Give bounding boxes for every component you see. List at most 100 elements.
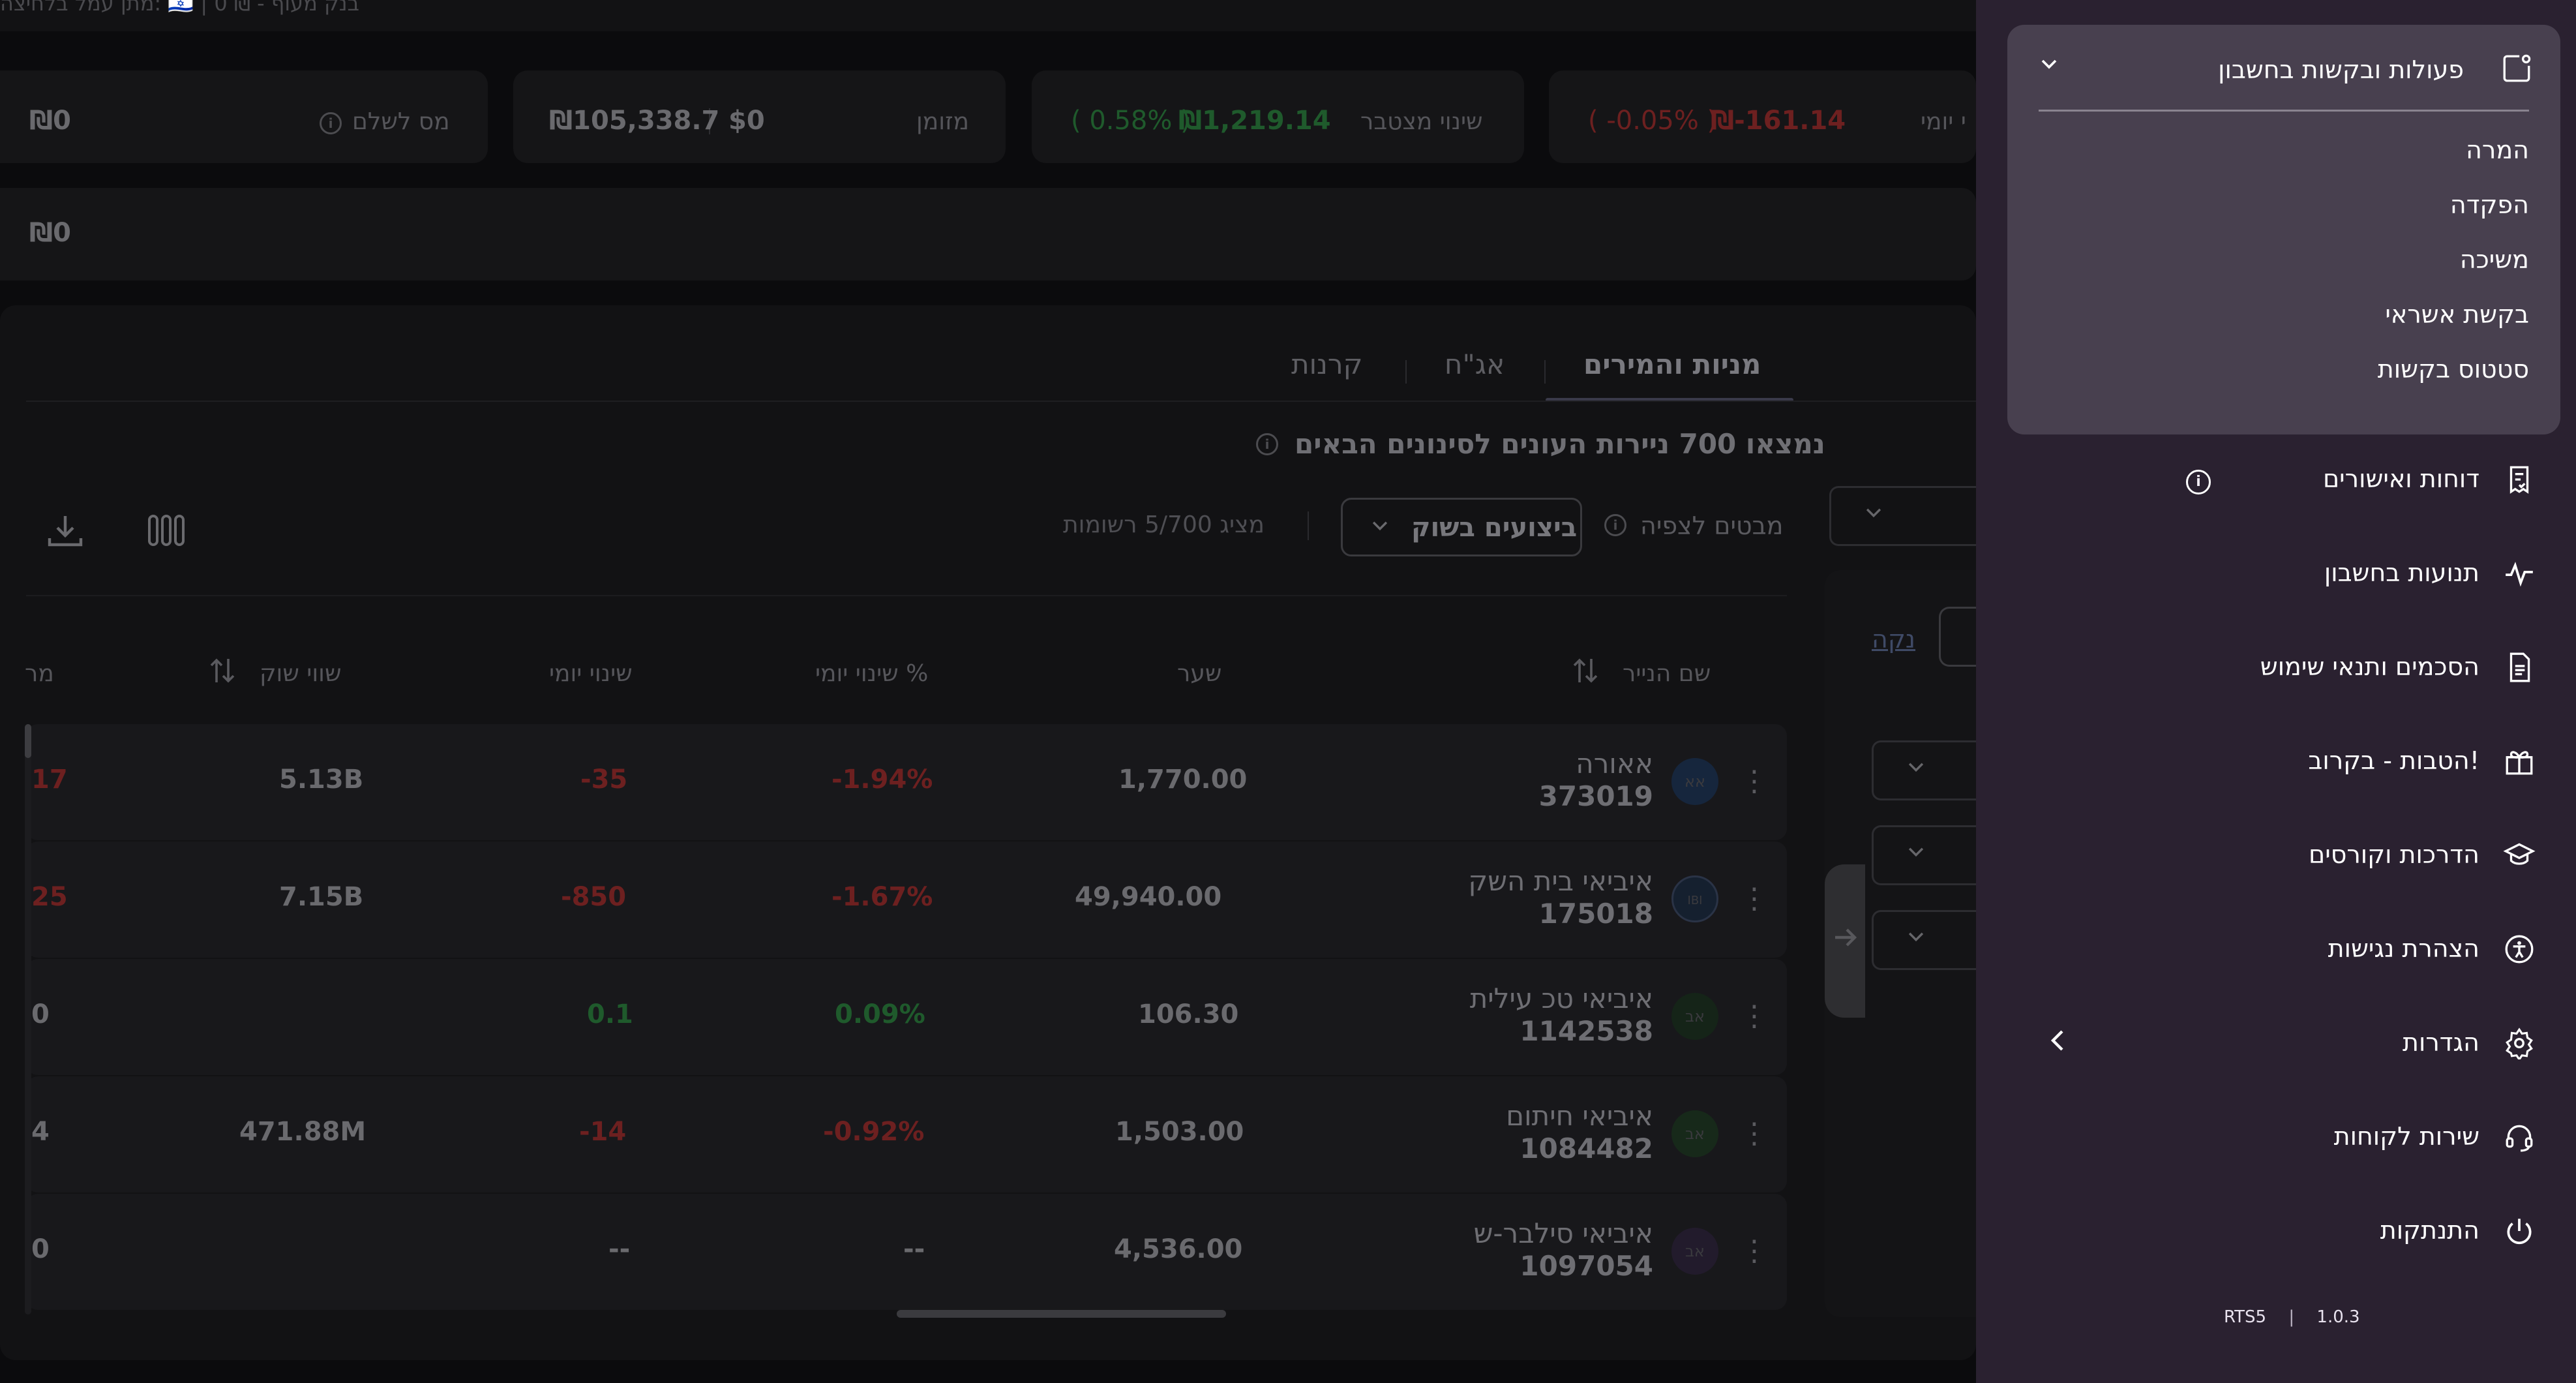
menu-item-request-status[interactable]: סטטוס בקשות <box>2378 355 2529 384</box>
gear-icon <box>2503 1027 2536 1061</box>
menu-item-withdrawal[interactable]: משיכה <box>2460 245 2529 274</box>
info-icon[interactable]: i <box>1604 514 1626 536</box>
account-actions-icon <box>2500 52 2533 85</box>
table-row[interactable]: 25 7.15B -850 -1.67% 49,940.00 איביאי בי… <box>26 842 1787 958</box>
menu-item-conversion[interactable]: המרה <box>2466 136 2529 164</box>
info-icon[interactable]: i <box>2186 470 2211 494</box>
filter-select[interactable] <box>1872 910 1976 970</box>
info-icon: i <box>320 112 342 134</box>
row-daily-pct: -1.94% <box>831 765 933 795</box>
row-daily-change: -850 <box>561 882 627 912</box>
row-price: 106.30 <box>1138 999 1239 1029</box>
version-separator: | <box>2288 1307 2295 1327</box>
graduation-cap-icon <box>2503 839 2536 872</box>
tab-stocks[interactable]: מניות והמירים <box>1583 348 1761 380</box>
cumulative-change-label: שינוי מצטבר <box>1360 108 1483 135</box>
row-daily-change: 0.1 <box>587 999 633 1029</box>
chevron-down-icon <box>1369 514 1391 542</box>
table-row[interactable]: 17 5.13B -35 -1.94% 1,770.00 אאורה 37301… <box>26 724 1787 840</box>
headset-icon <box>2503 1121 2536 1153</box>
side-menu-drawer: פעולות ובקשות בחשבון המרה הפקדה משיכה בק… <box>1976 0 2576 1383</box>
sort-icon[interactable] <box>1573 656 1598 691</box>
document-icon <box>2503 651 2536 684</box>
cumulative-change-pct: ( 0.58% ) <box>1071 106 1191 136</box>
menu-item-label: הצהרת נגישות <box>2328 934 2479 963</box>
sort-icon[interactable] <box>210 656 235 691</box>
daily-change-label: י יומי <box>1921 108 1966 135</box>
more-options-icon[interactable]: ⋮ <box>1740 1110 1769 1157</box>
menu-item-deposit[interactable]: הפקדה <box>2450 190 2529 219</box>
info-icon[interactable]: i <box>1256 433 1278 455</box>
columns-icon[interactable] <box>147 512 186 558</box>
download-icon[interactable] <box>46 512 85 558</box>
table-row[interactable]: 0 0.1 0.09% 106.30 איביאי טכ עילית 11425… <box>26 959 1787 1075</box>
row-security-code: 1084482 <box>1520 1132 1653 1164</box>
row-security-name: איביאי סילבר-ש <box>1473 1217 1653 1249</box>
col-header-price[interactable]: שער <box>1177 660 1221 687</box>
version-number: 1.0.3 <box>2316 1307 2360 1327</box>
vertical-scrollbar-thumb[interactable] <box>25 724 31 758</box>
chevron-down-icon <box>1905 840 1927 868</box>
secondary-summary-value: ₪0 <box>29 218 72 248</box>
row-price: 4,536.00 <box>1114 1234 1243 1264</box>
menu-item-agreements[interactable]: הסכמים ותנאי שימוש <box>2018 648 2539 688</box>
menu-item-reports[interactable]: i דוחות ואישורים <box>2018 461 2539 500</box>
menu-item-settings[interactable]: הגדרות <box>2018 1024 2539 1063</box>
horizontal-scrollbar[interactable] <box>897 1310 1226 1318</box>
col-header-market-cap[interactable]: שווי שוק <box>260 660 341 687</box>
more-options-icon[interactable]: ⋮ <box>1740 1228 1769 1275</box>
menu-item-label: הגדרות <box>2402 1028 2479 1057</box>
menu-item-benefits[interactable]: הטבות - בקרוב! <box>2018 742 2539 782</box>
accordion-title[interactable]: פעולות ובקשות בחשבון <box>2218 55 2464 84</box>
security-avatar: אב <box>1671 1228 1718 1275</box>
col-header-name[interactable]: שם הנייר <box>1623 660 1711 687</box>
records-count: מציג 5/700 רשומות <box>1063 511 1265 538</box>
menu-item-customer-service[interactable]: שירות לקוחות <box>2018 1118 2539 1157</box>
tab-funds[interactable]: קרנות <box>1291 348 1362 380</box>
tab-bonds[interactable]: אג"ח <box>1445 348 1505 380</box>
menu-item-logout[interactable]: התנתקות <box>2018 1212 2539 1251</box>
row-security-code: 1097054 <box>1520 1250 1653 1282</box>
more-options-icon[interactable]: ⋮ <box>1740 993 1769 1040</box>
menu-item-transactions[interactable]: תנועות בחשבון <box>2018 555 2539 594</box>
row-daily-change: -14 <box>579 1117 627 1147</box>
cumulative-change-card: שינוי מצטבר ₪1,219.14 ( 0.58% ) <box>1032 70 1524 163</box>
collapse-filters-tab[interactable] <box>1825 864 1865 1018</box>
row-security-name: איביאי בית השק <box>1468 865 1653 897</box>
clear-filters-link[interactable]: נקה <box>1872 625 1915 654</box>
filter-select[interactable] <box>1872 825 1976 885</box>
tab-separator <box>1544 360 1546 384</box>
version-info: RTS5 | 1.0.3 <box>2224 1307 2360 1327</box>
chevron-down-icon[interactable] <box>2036 51 2062 84</box>
menu-item-courses[interactable]: הדרכות וקורסים <box>2018 836 2539 875</box>
row-daily-change: -- <box>608 1234 631 1264</box>
more-options-icon[interactable]: ⋮ <box>1740 758 1769 805</box>
row-security-code: 373019 <box>1538 780 1653 812</box>
build-name: RTS5 <box>2224 1307 2267 1327</box>
market-performance-dropdown[interactable]: ביצועים בשוק <box>1341 498 1582 556</box>
filter-select-top[interactable] <box>1829 486 1976 546</box>
col-header-daily[interactable]: שינוי יומי <box>549 660 633 687</box>
tax-label: מס לשלם <box>352 108 450 135</box>
col-header-daily-pct[interactable]: שינוי יומי % <box>815 660 928 687</box>
security-avatar: אב <box>1671 993 1718 1040</box>
chevron-down-icon <box>1905 755 1927 783</box>
more-options-icon[interactable]: ⋮ <box>1740 875 1769 922</box>
cumulative-change-value: ₪1,219.14 <box>1178 106 1331 136</box>
top-info-strip: מתן עמל בלחיצה: 🇮🇱 | בנק מעוף - ₪ 0 <box>0 0 1976 31</box>
vertical-scrollbar[interactable] <box>25 724 31 1315</box>
menu-item-credit-request[interactable]: בקשת אשראי <box>2385 300 2529 329</box>
filter-chip[interactable] <box>1939 607 1976 667</box>
chevron-down-icon <box>1905 925 1927 953</box>
table-row[interactable]: 0 -- -- 4,536.00 איביאי סילבר-ש 1097054 … <box>26 1194 1787 1310</box>
menu-item-accessibility[interactable]: הצהרת נגישות <box>2018 930 2539 969</box>
filter-select[interactable] <box>1872 740 1976 800</box>
row-market-cap: 7.15B <box>279 882 364 912</box>
table-row[interactable]: 4 471.88M -14 -0.92% 1,503.00 איביאי חית… <box>26 1076 1787 1193</box>
arrow-right-icon <box>1830 922 1861 961</box>
security-avatar: אא <box>1671 758 1718 805</box>
tab-separator <box>1405 360 1407 384</box>
cash-card: מזומן $0 ₪105,338.7 <box>513 70 1006 163</box>
cash-usd-value: $0 <box>728 106 765 136</box>
row-security-code: 175018 <box>1538 898 1653 930</box>
